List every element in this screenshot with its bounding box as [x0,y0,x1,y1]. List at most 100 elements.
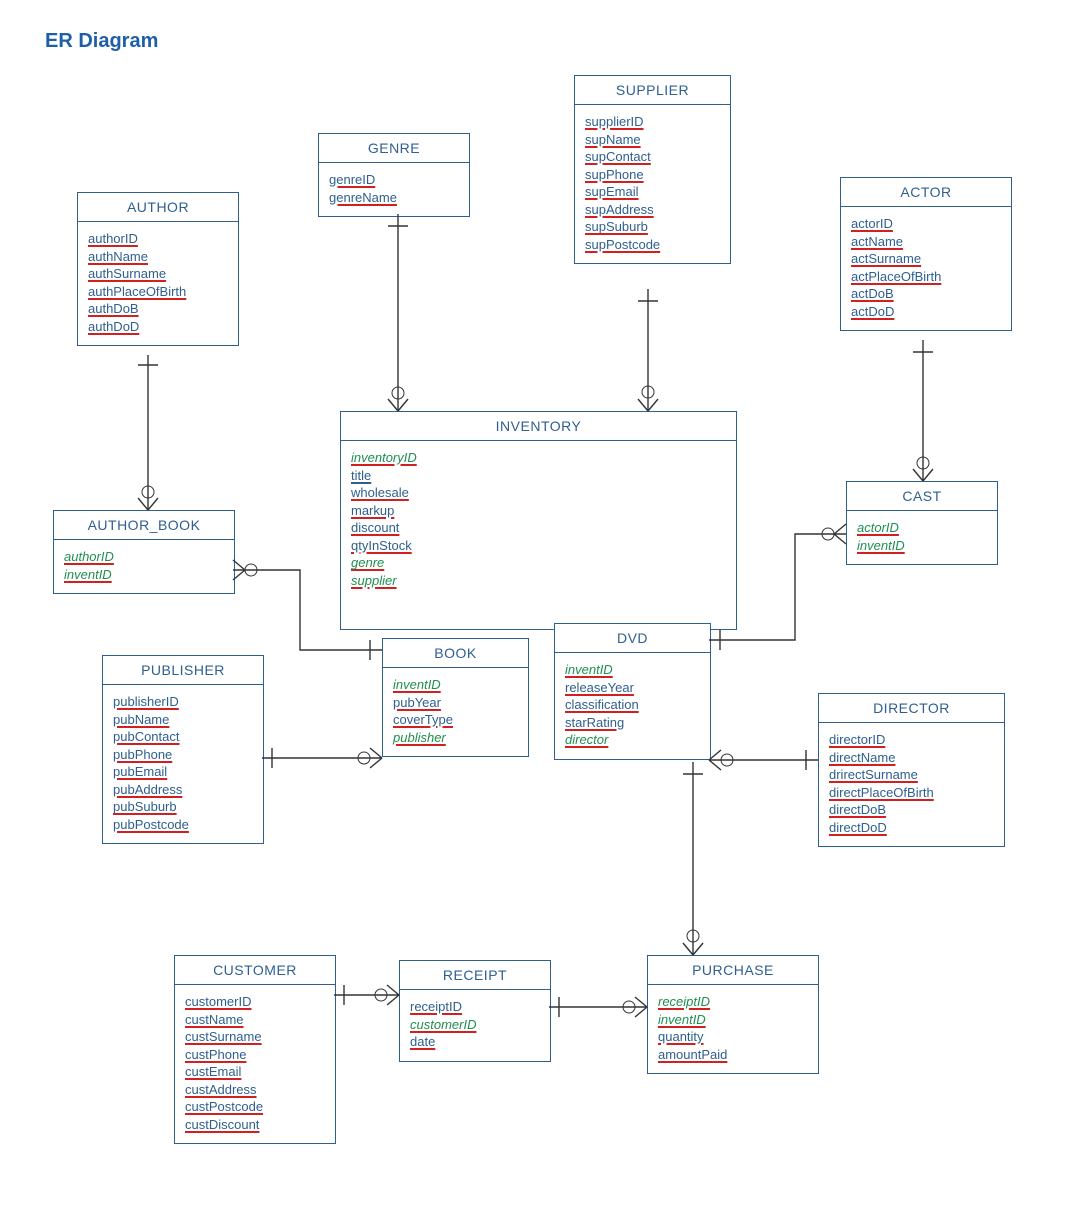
entity-author-header: AUTHOR [78,193,238,222]
attr: custDiscount [185,1116,325,1134]
entity-cast-header: CAST [847,482,997,511]
attr: directDoB [829,801,994,819]
attr: pubContact [113,728,253,746]
attr: discount [351,519,726,537]
attr: actName [851,233,1001,251]
attr: supplierID [585,113,720,131]
attr: custName [185,1011,325,1029]
attr: pubPostcode [113,816,253,834]
entity-book-header: BOOK [383,639,528,668]
attr: custAddress [185,1081,325,1099]
attr: quantity [658,1028,808,1046]
attr: supSuburb [585,218,720,236]
entity-genre-body: genreID genreName [319,163,469,216]
attr: wholesale [351,484,726,502]
entity-author: AUTHOR authorID authName authSurname aut… [77,192,239,346]
entity-cast-body: actorID inventID [847,511,997,564]
entity-inventory-body: inventoryID title wholesale markup disco… [341,441,736,629]
attr: actPlaceOfBirth [851,268,1001,286]
entity-actor-body: actorID actName actSurname actPlaceOfBir… [841,207,1011,330]
entity-dvd: DVD inventID releaseYear classification … [554,623,711,760]
entity-purchase-header: PURCHASE [648,956,818,985]
entity-supplier-body: supplierID supName supContact supPhone s… [575,105,730,263]
attr-fk: inventID [393,676,518,694]
entity-dvd-header: DVD [555,624,710,653]
attr: supAddress [585,201,720,219]
attr: receiptID [410,998,540,1016]
entity-purchase-body: receiptID inventID quantity amountPaid [648,985,818,1073]
entity-publisher-body: publisherID pubName pubContact pubPhone … [103,685,263,843]
attr: custPostcode [185,1098,325,1116]
entity-cast: CAST actorID inventID [846,481,998,565]
entity-actor-header: ACTOR [841,178,1011,207]
entity-author-book: AUTHOR_BOOK authorID inventID [53,510,235,594]
attr: custSurname [185,1028,325,1046]
attr: actDoD [851,303,1001,321]
attr: authSurname [88,265,228,283]
attr-fk: director [565,731,700,749]
attr-fk: inventID [857,537,987,555]
attr: supPhone [585,166,720,184]
attr: authorID [88,230,228,248]
attr: pubSuburb [113,798,253,816]
entity-publisher: PUBLISHER publisherID pubName pubContact… [102,655,264,844]
attr: classification [565,696,700,714]
attr: releaseYear [565,679,700,697]
entity-supplier-header: SUPPLIER [575,76,730,105]
entity-receipt-body: receiptID customerID date [400,990,550,1061]
entity-customer: CUSTOMER customerID custName custSurname… [174,955,336,1144]
attr: amountPaid [658,1046,808,1064]
entity-author-body: authorID authName authSurname authPlaceO… [78,222,238,345]
attr: directDoD [829,819,994,837]
attr: coverType [393,711,518,729]
entity-genre: GENRE genreID genreName [318,133,470,217]
entity-inventory: INVENTORY inventoryID title wholesale ma… [340,411,737,630]
attr-fk: inventoryID [351,449,726,467]
attr: pubYear [393,694,518,712]
attr: actorID [851,215,1001,233]
attr: authDoD [88,318,228,336]
entity-receipt: RECEIPT receiptID customerID date [399,960,551,1062]
attr: customerID [185,993,325,1011]
entity-director: DIRECTOR directorID directName drirectSu… [818,693,1005,847]
entity-publisher-header: PUBLISHER [103,656,263,685]
attr: pubName [113,711,253,729]
attr: title [351,467,726,485]
attr: supEmail [585,183,720,201]
entity-director-header: DIRECTOR [819,694,1004,723]
attr-fk: inventID [658,1011,808,1029]
entity-supplier: SUPPLIER supplierID supName supContact s… [574,75,731,264]
page-title: ER Diagram [45,30,158,53]
attr: directPlaceOfBirth [829,784,994,802]
entity-genre-header: GENRE [319,134,469,163]
entity-book: BOOK inventID pubYear coverType publishe… [382,638,529,757]
entity-customer-header: CUSTOMER [175,956,335,985]
attr: publisherID [113,693,253,711]
attr-fk: customerID [410,1016,540,1034]
attr: pubEmail [113,763,253,781]
attr-fk: inventID [64,566,224,584]
attr: supPostcode [585,236,720,254]
attr: drirectSurname [829,766,994,784]
attr-fk: genre [351,554,726,572]
attr: custPhone [185,1046,325,1064]
attr: authPlaceOfBirth [88,283,228,301]
entity-author-book-body: authorID inventID [54,540,234,593]
attr-fk: actorID [857,519,987,537]
attr: starRating [565,714,700,732]
attr-fk: supplier [351,572,726,590]
attr: directName [829,749,994,767]
entity-dvd-body: inventID releaseYear classification star… [555,653,710,759]
attr: directorID [829,731,994,749]
entity-customer-body: customerID custName custSurname custPhon… [175,985,335,1143]
attr: genreID [329,171,459,189]
attr: custEmail [185,1063,325,1081]
entity-director-body: directorID directName drirectSurname dir… [819,723,1004,846]
entity-purchase: PURCHASE receiptID inventID quantity amo… [647,955,819,1074]
attr: actSurname [851,250,1001,268]
entity-receipt-header: RECEIPT [400,961,550,990]
attr: actDoB [851,285,1001,303]
entity-inventory-header: INVENTORY [341,412,736,441]
entity-author-book-header: AUTHOR_BOOK [54,511,234,540]
attr: pubPhone [113,746,253,764]
